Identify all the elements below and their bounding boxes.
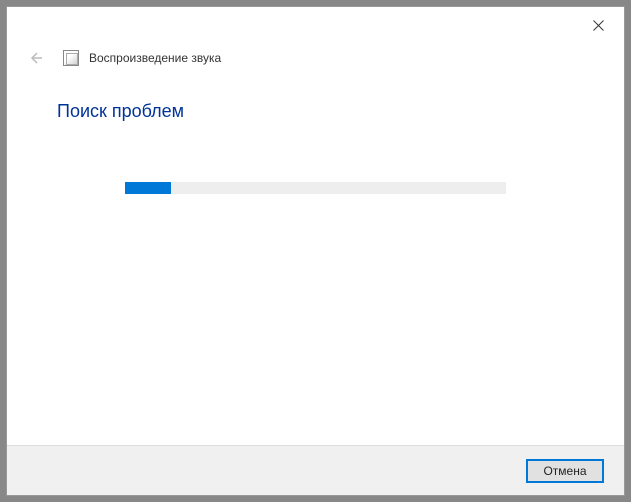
close-button[interactable] [578,10,618,40]
troubleshooter-window: Воспроизведение звука Поиск проблем Отме… [6,6,625,496]
titlebar [7,7,624,43]
back-arrow-icon [27,50,43,66]
content-area: Поиск проблем [7,73,624,445]
footer: Отмена [7,445,624,495]
window-title: Воспроизведение звука [89,51,221,65]
progress-container [125,182,506,194]
page-heading: Поиск проблем [57,101,574,122]
close-icon [593,20,604,31]
progress-fill [125,182,171,194]
header-row: Воспроизведение звука [7,43,624,73]
cancel-button[interactable]: Отмена [526,459,604,483]
wizard-icon [63,50,79,66]
progress-bar [125,182,506,194]
back-button [25,48,45,68]
